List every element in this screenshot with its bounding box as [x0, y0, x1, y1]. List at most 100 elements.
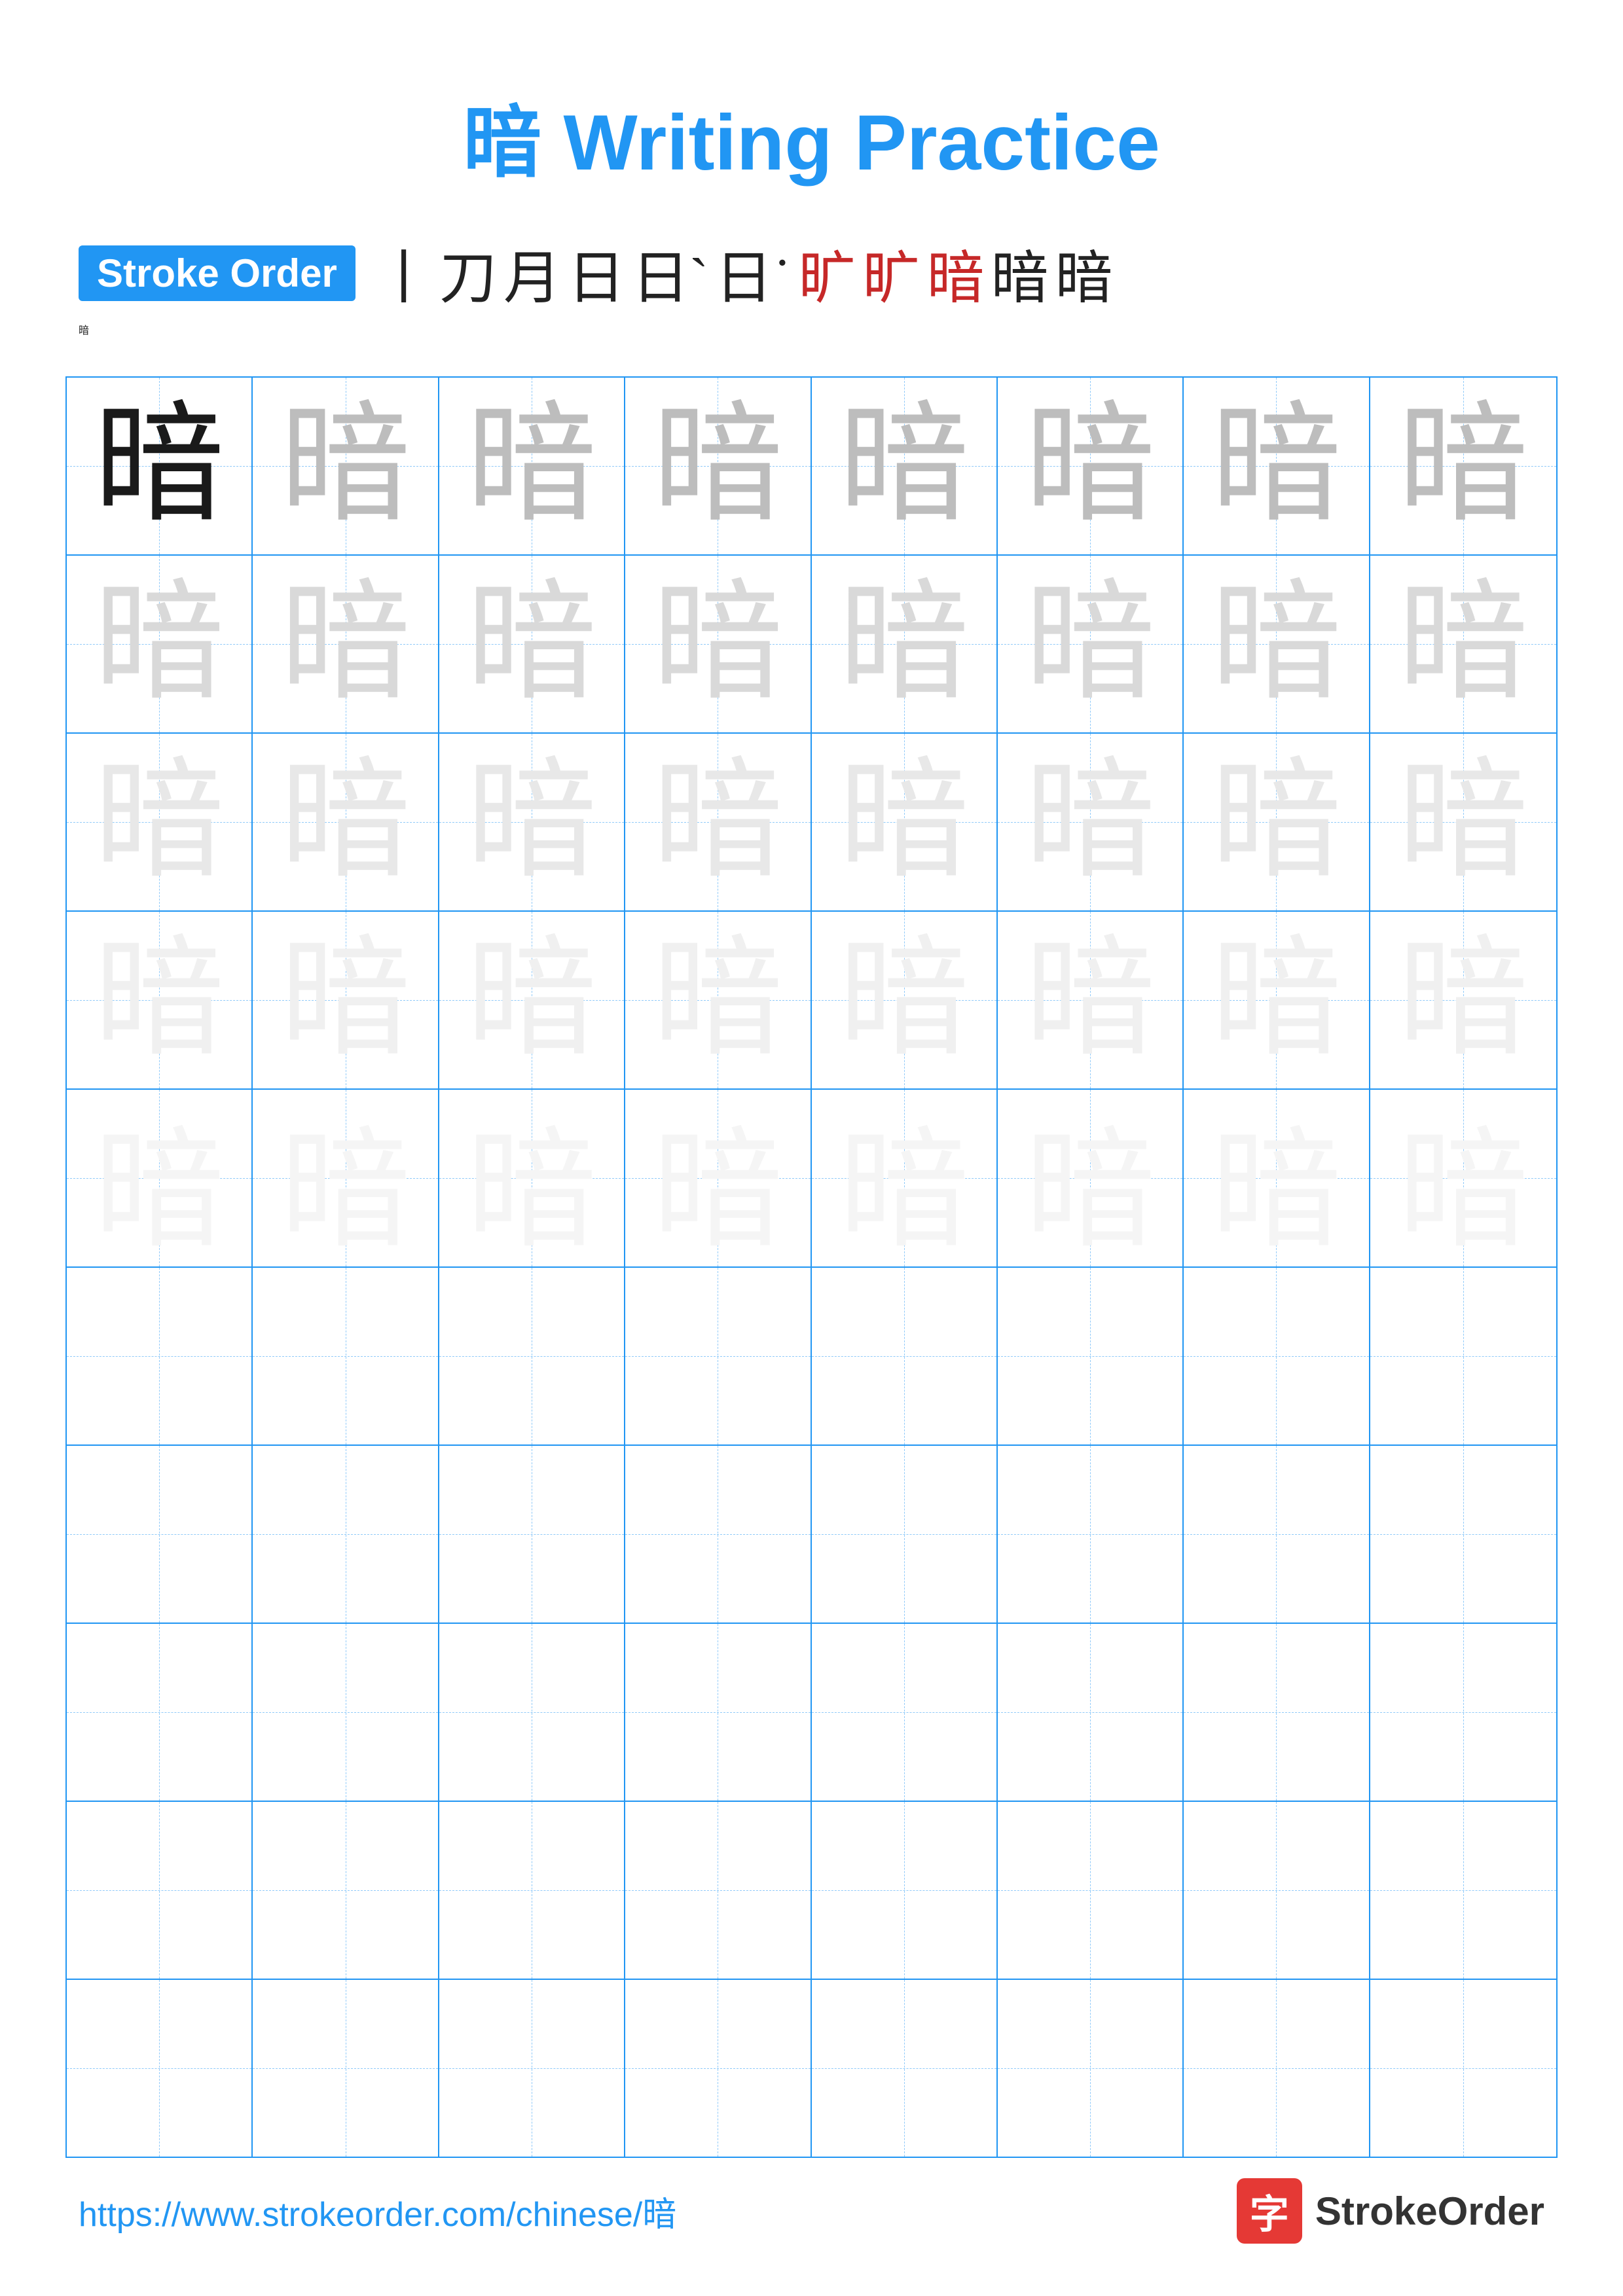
cell-10-6[interactable] [998, 1980, 1184, 2157]
cell-10-2[interactable] [253, 1980, 439, 2157]
cell-1-3: 暗 [439, 378, 625, 554]
cell-4-8: 暗 [1370, 912, 1556, 1088]
cell-6-6[interactable] [998, 1268, 1184, 1444]
cell-10-8[interactable] [1370, 1980, 1556, 2157]
footer-url: https://www.strokeorder.com/chinese/暗 [79, 2187, 676, 2236]
stroke-9: 暗 [927, 232, 985, 315]
cell-1-1: 暗 [67, 378, 253, 554]
cell-9-2[interactable] [253, 1802, 439, 1979]
cell-2-4: 暗 [625, 556, 811, 732]
cell-8-5[interactable] [812, 1624, 998, 1801]
cell-1-4: 暗 [625, 378, 811, 554]
cell-8-2[interactable] [253, 1624, 439, 1801]
cell-2-3: 暗 [439, 556, 625, 732]
cell-10-5[interactable] [812, 1980, 998, 2157]
cell-6-5[interactable] [812, 1268, 998, 1444]
grid-row-2: 暗 暗 暗 暗 暗 暗 暗 暗 [67, 556, 1556, 734]
cell-5-6: 暗 [998, 1090, 1184, 1266]
practice-grid: 暗 暗 暗 暗 暗 暗 暗 暗 暗 暗 暗 暗 暗 暗 暗 暗 暗 暗 暗 暗 … [65, 376, 1558, 2158]
cell-3-5: 暗 [812, 734, 998, 910]
cell-3-2: 暗 [253, 734, 439, 910]
cell-8-1[interactable] [67, 1624, 253, 1801]
cell-10-7[interactable] [1184, 1980, 1370, 2157]
cell-10-1[interactable] [67, 1980, 253, 2157]
stroke-8: 旷 [863, 232, 921, 315]
grid-row-4: 暗 暗 暗 暗 暗 暗 暗 暗 [67, 912, 1556, 1090]
cell-3-4: 暗 [625, 734, 811, 910]
footer-logo-text: StrokeOrder [1315, 2189, 1544, 2234]
cell-4-7: 暗 [1184, 912, 1370, 1088]
cell-7-8[interactable] [1370, 1446, 1556, 1623]
stroke-5: 日` [632, 232, 708, 315]
stroke-7: 旷 [798, 232, 856, 315]
cell-7-6[interactable] [998, 1446, 1184, 1623]
cell-9-7[interactable] [1184, 1802, 1370, 1979]
stroke-final: 暗 [79, 325, 89, 336]
cell-8-6[interactable] [998, 1624, 1184, 1801]
cell-8-7[interactable] [1184, 1624, 1370, 1801]
cell-9-5[interactable] [812, 1802, 998, 1979]
stroke-order-section: Stroke Order 丨 刀 月 日 日` 日˙ 旷 旷 暗 暗 暗 暗 [0, 232, 1623, 337]
cell-9-8[interactable] [1370, 1802, 1556, 1979]
cell-2-6: 暗 [998, 556, 1184, 732]
cell-9-3[interactable] [439, 1802, 625, 1979]
cell-3-6: 暗 [998, 734, 1184, 910]
cell-8-8[interactable] [1370, 1624, 1556, 1801]
cell-7-3[interactable] [439, 1446, 625, 1623]
footer-logo: 字 StrokeOrder [1237, 2178, 1544, 2244]
stroke-1: 丨 [375, 232, 433, 315]
cell-1-7: 暗 [1184, 378, 1370, 554]
cell-4-6: 暗 [998, 912, 1184, 1088]
cell-4-5: 暗 [812, 912, 998, 1088]
cell-7-2[interactable] [253, 1446, 439, 1623]
footer: https://www.strokeorder.com/chinese/暗 字 … [0, 2178, 1623, 2244]
cell-1-5: 暗 [812, 378, 998, 554]
cell-9-4[interactable] [625, 1802, 811, 1979]
cell-2-1: 暗 [67, 556, 253, 732]
stroke-10: 暗 [991, 232, 1049, 315]
cell-3-1: 暗 [67, 734, 253, 910]
cell-7-1[interactable] [67, 1446, 253, 1623]
cell-4-2: 暗 [253, 912, 439, 1088]
cell-9-1[interactable] [67, 1802, 253, 1979]
grid-row-3: 暗 暗 暗 暗 暗 暗 暗 暗 [67, 734, 1556, 912]
page-title: 暗 Writing Practice [0, 0, 1623, 232]
cell-3-3: 暗 [439, 734, 625, 910]
cell-6-2[interactable] [253, 1268, 439, 1444]
stroke-2: 刀 [439, 232, 497, 315]
cell-7-7[interactable] [1184, 1446, 1370, 1623]
cell-6-7[interactable] [1184, 1268, 1370, 1444]
cell-4-3: 暗 [439, 912, 625, 1088]
grid-row-10 [67, 1980, 1556, 2157]
cell-10-3[interactable] [439, 1980, 625, 2157]
cell-4-4: 暗 [625, 912, 811, 1088]
stroke-11: 暗 [1055, 232, 1113, 315]
cell-3-7: 暗 [1184, 734, 1370, 910]
grid-row-7 [67, 1446, 1556, 1624]
grid-row-6 [67, 1268, 1556, 1446]
cell-5-5: 暗 [812, 1090, 998, 1266]
cell-5-2: 暗 [253, 1090, 439, 1266]
strokeorder-logo-icon: 字 [1237, 2178, 1302, 2244]
cell-5-3: 暗 [439, 1090, 625, 1266]
cell-5-1: 暗 [67, 1090, 253, 1266]
cell-1-6: 暗 [998, 378, 1184, 554]
cell-2-5: 暗 [812, 556, 998, 732]
stroke-4: 日 [568, 232, 625, 315]
stroke-chars: 丨 刀 月 日 日` 日˙ 旷 旷 暗 暗 暗 [375, 232, 1113, 315]
cell-6-1[interactable] [67, 1268, 253, 1444]
cell-6-3[interactable] [439, 1268, 625, 1444]
cell-7-5[interactable] [812, 1446, 998, 1623]
cell-8-4[interactable] [625, 1624, 811, 1801]
cell-8-3[interactable] [439, 1624, 625, 1801]
cell-6-4[interactable] [625, 1268, 811, 1444]
cell-4-1: 暗 [67, 912, 253, 1088]
stroke-6: 日˙ [715, 232, 792, 315]
stroke-3: 月 [503, 232, 561, 315]
cell-6-8[interactable] [1370, 1268, 1556, 1444]
cell-10-4[interactable] [625, 1980, 811, 2157]
cell-2-2: 暗 [253, 556, 439, 732]
cell-7-4[interactable] [625, 1446, 811, 1623]
cell-5-8: 暗 [1370, 1090, 1556, 1266]
cell-9-6[interactable] [998, 1802, 1184, 1979]
